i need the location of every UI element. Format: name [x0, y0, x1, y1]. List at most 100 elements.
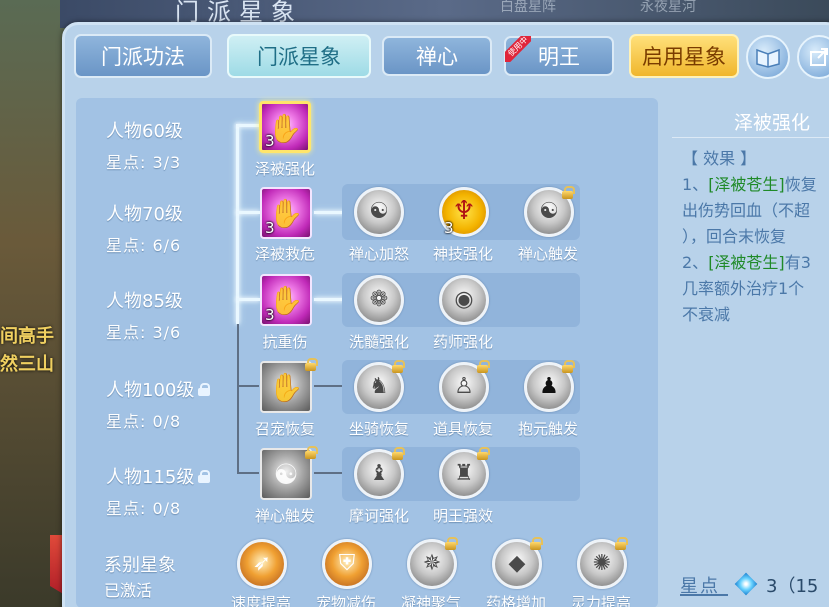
node-label: 禅心加怒: [348, 245, 409, 263]
tab-sect-skills[interactable]: 门派功法: [74, 34, 212, 78]
lock-icon: [477, 360, 490, 373]
monk-icon: ☯: [273, 458, 299, 491]
tree-connector: [237, 324, 239, 474]
skill-node-zebei-qianghua[interactable]: ✋ 3: [259, 101, 311, 153]
guardian-icon: ♜: [454, 461, 474, 486]
lock-icon: [392, 447, 405, 460]
detail-text: 有3: [784, 253, 811, 272]
row-star-points: 星点: 6/6: [106, 236, 182, 255]
star-gem-icon: [734, 572, 758, 596]
background-scenery-left: [0, 0, 70, 607]
footprint-icon: ➶: [252, 551, 272, 576]
series-node-pet-damage[interactable]: ⛨: [322, 539, 372, 589]
book-icon[interactable]: [746, 35, 790, 79]
lock-icon: [305, 358, 318, 371]
lock-icon: [477, 447, 490, 460]
constellation-tree-area: [76, 98, 658, 607]
series-node-speed[interactable]: ➶: [237, 539, 287, 589]
skill-node-chanxin-jianu[interactable]: ☯: [354, 187, 404, 237]
row-level-85: 人物85级 星点: 3/6: [106, 287, 183, 343]
row-level-60: 人物60级 星点: 3/3: [106, 117, 183, 173]
detail-text: 1、: [682, 175, 709, 194]
lock-icon: [198, 382, 211, 396]
detail-effect-header: 【 效果 】: [682, 149, 757, 168]
node-label: 禅心触发: [254, 507, 315, 525]
node-label: 泽被救危: [254, 245, 315, 263]
detail-line: 出伤势回血（不超: [682, 201, 811, 220]
node-label: 凝神聚气: [400, 594, 461, 607]
seated-figure-icon: ♟: [539, 374, 559, 399]
row-title: 人物85级: [106, 291, 183, 312]
tab-sect-constellation[interactable]: 门派星象: [227, 34, 371, 78]
background-text: 然三山: [0, 354, 54, 375]
lock-icon: [445, 537, 458, 550]
node-label: 药格增加: [485, 594, 546, 607]
detail-line: 1、[泽被苍生]恢复: [682, 172, 829, 198]
row-level-70: 人物70级 星点: 6/6: [106, 200, 183, 256]
meditation-icon: ♙: [454, 374, 474, 399]
tree-connector: [237, 472, 259, 474]
warrior-icon: ♝: [369, 461, 389, 486]
monk-icon: ☯: [539, 199, 559, 224]
tree-connector: [236, 298, 260, 301]
node-label: 召宠恢复: [254, 420, 315, 438]
skill-node-shenji-qianghua[interactable]: ♆ 3: [439, 187, 489, 237]
node-label: 灵力提高: [570, 594, 631, 607]
detail-line: 2、[泽被苍生]有3: [682, 250, 829, 276]
detail-title: 泽被强化: [734, 112, 811, 134]
skill-node-xisui-qianghua[interactable]: ❁: [354, 275, 404, 325]
node-label: 神技强化: [432, 245, 493, 263]
in-use-ribbon: 使用中: [505, 36, 531, 62]
node-label: 抗重伤: [262, 333, 308, 351]
lock-icon: [305, 446, 318, 459]
node-label: 禅心触发: [517, 245, 578, 263]
shield-icon: ⛨: [338, 551, 356, 576]
row-star-points: 星点: 3/6: [106, 323, 182, 342]
enable-constellation-button[interactable]: 启用星象: [629, 34, 739, 78]
row-title: 人物100级: [106, 376, 211, 402]
node-label: 速度提高: [230, 594, 291, 607]
node-label: 道具恢复: [432, 420, 493, 438]
tree-connector: [237, 385, 259, 387]
row-title: 人物60级: [106, 121, 183, 142]
detail-text: 2、: [682, 253, 709, 272]
monk-icon: ☯: [369, 199, 389, 224]
tree-connector: [236, 124, 239, 324]
lock-icon: [198, 469, 211, 483]
crystal-icon: ◆: [508, 551, 526, 576]
tree-connector: [236, 211, 260, 214]
lock-icon: [562, 360, 575, 373]
star-points-value: 3（15: [766, 576, 819, 597]
detail-skill-tag: [泽被苍生]: [708, 253, 785, 272]
background-text: 永夜星河: [640, 0, 696, 15]
hand-icon: ✋: [268, 371, 304, 404]
row-level-115: 人物115级 星点: 0/8: [106, 463, 211, 519]
row-star-points: 星点: 0/8: [106, 499, 182, 518]
lock-icon: [615, 537, 628, 550]
series-title: 系别星象: [104, 555, 176, 576]
detail-line: 不衰减: [682, 305, 731, 324]
detail-line: ），回合末恢复: [682, 227, 787, 246]
row-star-points: 星点: 3/3: [106, 153, 182, 172]
skill-node-kang-zhongshang[interactable]: ✋ 3: [260, 274, 312, 326]
node-level: 3: [265, 132, 275, 150]
row-title-text: 人物115级: [106, 467, 195, 488]
lock-icon: [392, 360, 405, 373]
node-label: 抱元触发: [517, 420, 578, 438]
lock-icon: [562, 186, 575, 199]
node-label: 明王强效: [432, 507, 493, 525]
sparkle-hand-icon: ✺: [592, 551, 612, 576]
tab-zen-heart[interactable]: 禅心: [382, 36, 492, 76]
warrior-icon: ♞: [369, 374, 389, 399]
row-level-100: 人物100级 星点: 0/8: [106, 376, 211, 432]
node-label: 摩诃强化: [348, 507, 409, 525]
node-label: 坐骑恢复: [348, 420, 409, 438]
node-level: 3: [265, 219, 275, 237]
skill-node-zebei-jiuwei[interactable]: ✋ 3: [260, 187, 312, 239]
node-label: 洗髓强化: [348, 333, 409, 351]
row-star-points: 星点: 0/8: [106, 412, 182, 431]
node-label: 药师强化: [432, 333, 493, 351]
lotus-icon: ❁: [369, 287, 389, 312]
skill-node-yaoshi-qianghua[interactable]: ◉: [439, 275, 489, 325]
burst-icon: ✵: [422, 551, 442, 576]
